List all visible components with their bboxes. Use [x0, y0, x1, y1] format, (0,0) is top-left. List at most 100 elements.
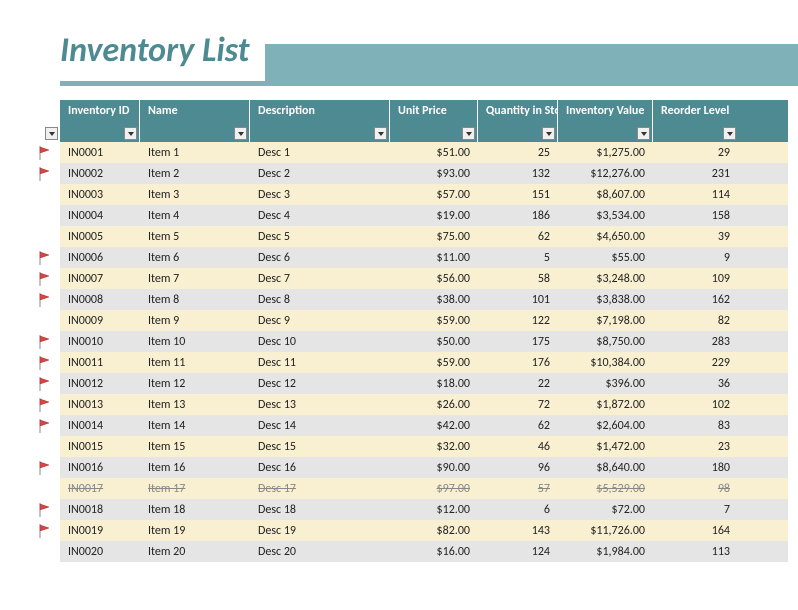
- cell-description[interactable]: Desc 2: [250, 163, 390, 184]
- cell-reorder-level[interactable]: 98: [653, 478, 738, 499]
- cell-reorder-level[interactable]: 9: [653, 247, 738, 268]
- flag-cell[interactable]: [30, 415, 60, 436]
- cell-description[interactable]: Desc 17: [250, 478, 390, 499]
- cell-name[interactable]: Item 11: [140, 352, 250, 373]
- cell-inventory-id[interactable]: IN0017: [60, 478, 140, 499]
- cell-inventory-id[interactable]: IN0015: [60, 436, 140, 457]
- cell-unit-price[interactable]: $59.00: [390, 352, 478, 373]
- flag-cell[interactable]: [30, 394, 60, 415]
- cell-unit-price[interactable]: $90.00: [390, 457, 478, 478]
- cell-unit-price[interactable]: $56.00: [390, 268, 478, 289]
- cell-quantity[interactable]: 25: [478, 142, 558, 163]
- cell-reorder-level[interactable]: 102: [653, 394, 738, 415]
- cell-unit-price[interactable]: $19.00: [390, 205, 478, 226]
- filter-dropdown-icon[interactable]: [234, 127, 247, 140]
- cell-inventory-id[interactable]: IN0002: [60, 163, 140, 184]
- cell-description[interactable]: Desc 4: [250, 205, 390, 226]
- cell-inventory-value[interactable]: $3,838.00: [558, 289, 653, 310]
- table-row[interactable]: IN0011Item 11Desc 11$59.00176$10,384.002…: [30, 352, 788, 373]
- cell-unit-price[interactable]: $32.00: [390, 436, 478, 457]
- cell-inventory-id[interactable]: IN0007: [60, 268, 140, 289]
- cell-inventory-value[interactable]: $1,872.00: [558, 394, 653, 415]
- cell-description[interactable]: Desc 20: [250, 541, 390, 562]
- cell-name[interactable]: Item 10: [140, 331, 250, 352]
- cell-inventory-value[interactable]: $1,275.00: [558, 142, 653, 163]
- cell-quantity[interactable]: 62: [478, 226, 558, 247]
- header-inventory-id[interactable]: Inventory ID: [60, 100, 140, 142]
- cell-description[interactable]: Desc 5: [250, 226, 390, 247]
- table-row[interactable]: IN0003Item 3Desc 3$57.00151$8,607.00114: [30, 184, 788, 205]
- header-reorder-level[interactable]: Reorder Level: [653, 100, 738, 142]
- cell-name[interactable]: Item 4: [140, 205, 250, 226]
- table-row[interactable]: IN0015Item 15Desc 15$32.0046$1,472.0023: [30, 436, 788, 457]
- cell-quantity[interactable]: 151: [478, 184, 558, 205]
- cell-inventory-id[interactable]: IN0020: [60, 541, 140, 562]
- cell-name[interactable]: Item 13: [140, 394, 250, 415]
- flag-cell[interactable]: [30, 163, 60, 184]
- cell-name[interactable]: Item 17: [140, 478, 250, 499]
- cell-name[interactable]: Item 2: [140, 163, 250, 184]
- header-unit-price[interactable]: Unit Price: [390, 100, 478, 142]
- cell-name[interactable]: Item 7: [140, 268, 250, 289]
- flag-cell[interactable]: [30, 499, 60, 520]
- table-row[interactable]: IN0017Item 17Desc 17$97.0057$5,529.0098: [30, 478, 788, 499]
- cell-reorder-level[interactable]: 162: [653, 289, 738, 310]
- flag-cell[interactable]: [30, 352, 60, 373]
- cell-inventory-value[interactable]: $8,640.00: [558, 457, 653, 478]
- cell-name[interactable]: Item 8: [140, 289, 250, 310]
- header-inventory-value[interactable]: Inventory Value: [558, 100, 653, 142]
- cell-reorder-level[interactable]: 83: [653, 415, 738, 436]
- cell-inventory-id[interactable]: IN0011: [60, 352, 140, 373]
- cell-inventory-id[interactable]: IN0004: [60, 205, 140, 226]
- cell-quantity[interactable]: 122: [478, 310, 558, 331]
- table-row[interactable]: IN0013Item 13Desc 13$26.0072$1,872.00102: [30, 394, 788, 415]
- flag-cell[interactable]: [30, 205, 60, 226]
- cell-description[interactable]: Desc 19: [250, 520, 390, 541]
- flag-cell[interactable]: [30, 268, 60, 289]
- table-row[interactable]: IN0012Item 12Desc 12$18.0022$396.0036: [30, 373, 788, 394]
- cell-description[interactable]: Desc 7: [250, 268, 390, 289]
- cell-reorder-level[interactable]: 164: [653, 520, 738, 541]
- cell-inventory-id[interactable]: IN0005: [60, 226, 140, 247]
- cell-name[interactable]: Item 16: [140, 457, 250, 478]
- cell-quantity[interactable]: 6: [478, 499, 558, 520]
- cell-description[interactable]: Desc 9: [250, 310, 390, 331]
- cell-name[interactable]: Item 9: [140, 310, 250, 331]
- cell-quantity[interactable]: 22: [478, 373, 558, 394]
- flag-cell[interactable]: [30, 184, 60, 205]
- cell-quantity[interactable]: 176: [478, 352, 558, 373]
- cell-inventory-value[interactable]: $1,984.00: [558, 541, 653, 562]
- flag-cell[interactable]: [30, 373, 60, 394]
- filter-dropdown-icon[interactable]: [462, 127, 475, 140]
- cell-quantity[interactable]: 57: [478, 478, 558, 499]
- table-row[interactable]: IN0005Item 5Desc 5$75.0062$4,650.0039: [30, 226, 788, 247]
- flag-cell[interactable]: [30, 331, 60, 352]
- table-row[interactable]: IN0002Item 2Desc 2$93.00132$12,276.00231: [30, 163, 788, 184]
- table-row[interactable]: IN0010Item 10Desc 10$50.00175$8,750.0028…: [30, 331, 788, 352]
- cell-quantity[interactable]: 186: [478, 205, 558, 226]
- cell-unit-price[interactable]: $26.00: [390, 394, 478, 415]
- cell-reorder-level[interactable]: 231: [653, 163, 738, 184]
- cell-description[interactable]: Desc 8: [250, 289, 390, 310]
- header-name[interactable]: Name: [140, 100, 250, 142]
- filter-dropdown-icon[interactable]: [374, 127, 387, 140]
- cell-inventory-value[interactable]: $12,276.00: [558, 163, 653, 184]
- flag-cell[interactable]: [30, 142, 60, 163]
- flag-cell[interactable]: [30, 541, 60, 562]
- cell-unit-price[interactable]: $97.00: [390, 478, 478, 499]
- cell-quantity[interactable]: 124: [478, 541, 558, 562]
- cell-inventory-value[interactable]: $72.00: [558, 499, 653, 520]
- cell-inventory-value[interactable]: $7,198.00: [558, 310, 653, 331]
- table-row[interactable]: IN0018Item 18Desc 18$12.006$72.007: [30, 499, 788, 520]
- table-row[interactable]: IN0008Item 8Desc 8$38.00101$3,838.00162: [30, 289, 788, 310]
- cell-reorder-level[interactable]: 29: [653, 142, 738, 163]
- cell-inventory-value[interactable]: $8,607.00: [558, 184, 653, 205]
- cell-reorder-level[interactable]: 39: [653, 226, 738, 247]
- cell-name[interactable]: Item 3: [140, 184, 250, 205]
- cell-description[interactable]: Desc 12: [250, 373, 390, 394]
- cell-quantity[interactable]: 132: [478, 163, 558, 184]
- cell-inventory-value[interactable]: $8,750.00: [558, 331, 653, 352]
- cell-description[interactable]: Desc 13: [250, 394, 390, 415]
- cell-inventory-id[interactable]: IN0013: [60, 394, 140, 415]
- cell-inventory-value[interactable]: $2,604.00: [558, 415, 653, 436]
